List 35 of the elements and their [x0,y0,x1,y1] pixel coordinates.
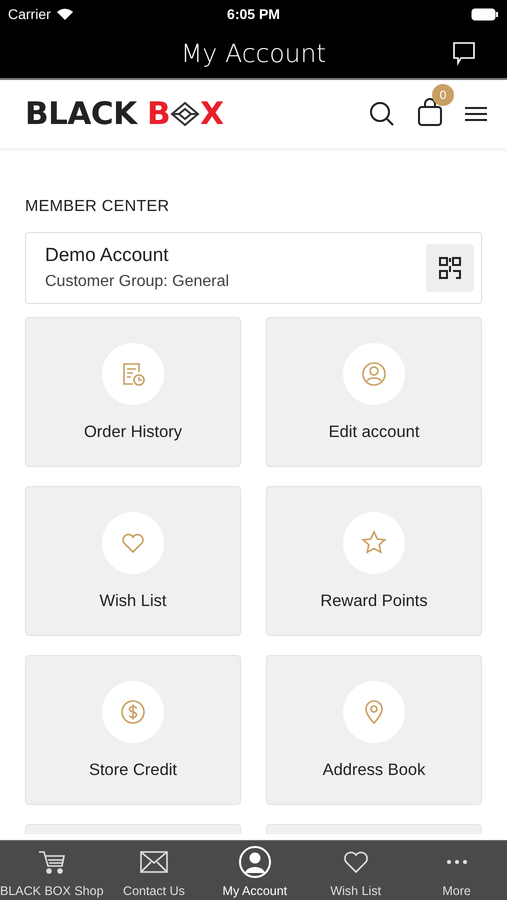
cart-count-badge: 0 [432,84,454,106]
carrier-label: Carrier [8,6,51,22]
page-title: My Account [180,38,326,68]
qr-code-icon [438,256,462,280]
chat-icon[interactable] [451,40,477,66]
more-icon [444,859,469,865]
account-menu-tile[interactable]: Address Book [266,655,482,805]
cart-icon [36,849,67,875]
account-name: Demo Account [45,245,170,267]
person-icon [238,845,272,879]
tab-bar-item[interactable]: My Account [204,841,306,900]
user-icon [360,360,388,388]
qr-code-button[interactable] [426,244,474,292]
battery-icon [470,8,499,20]
tab-bar-item[interactable]: More [406,841,507,900]
wifi-icon [56,8,74,20]
shopping-bag-icon[interactable] [417,98,443,126]
account-menu-tile[interactable]: Wish List [25,486,241,636]
search-icon[interactable] [369,101,395,127]
account-menu-tile[interactable]: Store Credit [25,655,241,805]
account-menu-tile[interactable] [266,824,482,834]
tab-bar-item[interactable]: Contact Us [104,841,204,900]
account-menu-tile[interactable] [25,824,241,834]
envelope-icon [138,850,169,874]
account-menu-tile[interactable]: Edit account [266,317,482,467]
dollar-icon [119,698,147,726]
tab-bar-item[interactable]: Wish List [305,841,406,900]
tab-bar-item[interactable]: BLACK BOX Shop [0,841,104,900]
brand-logo[interactable]: BLACK B X [25,96,224,132]
account-menu-tile[interactable]: Order History [25,317,241,467]
customer-group: Customer Group: General [45,273,426,291]
clock-time: 6:05 PM [227,6,280,22]
section-heading: MEMBER CENTER [25,198,170,216]
menu-icon[interactable] [465,106,487,122]
account-menu-tile[interactable]: Reward Points [266,486,482,636]
